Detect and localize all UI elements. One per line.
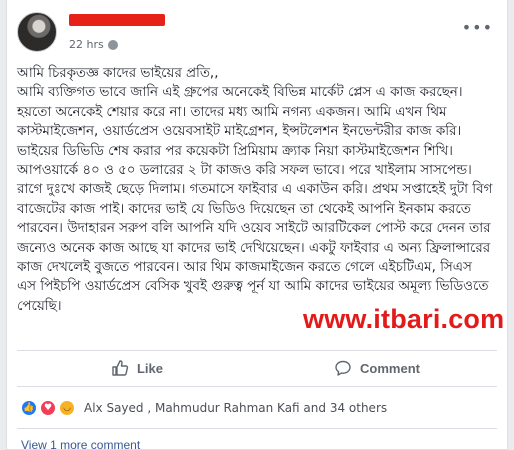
haha-reaction-icon: ◡ [59,400,75,416]
post-body: আমি চিরকৃতজ্ঞ কাদের ভাইয়ের প্রতি,, আমি … [17,66,493,314]
actions-bottom-divider [17,386,497,387]
like-button[interactable]: Like [17,352,257,384]
comment-label: Comment [360,360,420,376]
love-reaction-icon: ♥ [40,400,56,416]
like-label: Like [136,360,163,376]
post-card: 22 hrs ••• আমি চিরকৃতজ্ঞ কাদের ভাইয়ের প… [6,0,508,450]
post-actions: Like Comment [17,352,497,384]
comments-divider [17,428,497,429]
thumbs-up-icon [111,359,129,377]
actions-top-divider [17,350,497,351]
reactions-summary[interactable]: 👍 ♥ ◡ Alx Sayed , Mahmudur Rahman Kafi a… [21,400,387,416]
reaction-names[interactable]: Alx Sayed , Mahmudur Rahman Kafi and 34 … [84,401,387,415]
view-more-comments-link[interactable]: View 1 more comment [21,438,140,449]
more-options-icon[interactable]: ••• [462,18,493,37]
comment-button[interactable]: Comment [257,352,497,384]
watermark: www.itbari.com [303,304,505,334]
author-avatar[interactable] [17,12,57,52]
post-meta: 22 hrs [69,38,118,51]
like-reaction-icon: 👍 [21,400,37,416]
post-header: 22 hrs ••• [17,12,497,56]
post-timestamp[interactable]: 22 hrs [69,38,104,51]
globe-icon [107,39,118,50]
comment-bubble-icon [334,359,352,377]
author-name-redacted[interactable] [69,14,165,26]
